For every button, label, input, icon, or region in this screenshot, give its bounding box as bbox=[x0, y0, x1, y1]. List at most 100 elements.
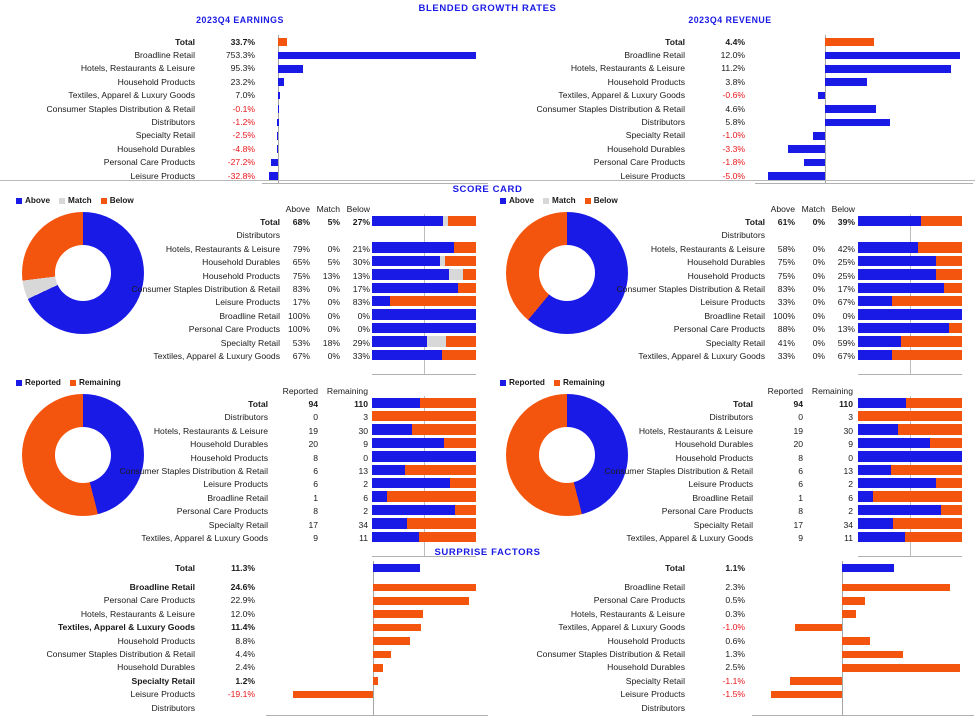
row-value: 0% bbox=[357, 310, 370, 321]
table-row: Consumer Staples Distribution & Retail 83… bbox=[118, 282, 370, 295]
row-label: Household Durables bbox=[607, 662, 685, 673]
row-label: Household Products bbox=[190, 452, 268, 463]
table-header-row: Above Match Below bbox=[118, 202, 370, 215]
stacked-segment bbox=[858, 322, 949, 334]
row-value: 0% bbox=[812, 310, 825, 321]
row-value: 110 bbox=[839, 399, 853, 410]
row-value: 5% bbox=[327, 217, 340, 228]
stacked-segment bbox=[858, 282, 945, 293]
table-row: Broadline Retail 12.0% bbox=[500, 48, 750, 61]
table-row: Broadline Retail 100% 0% 0% bbox=[600, 309, 855, 322]
row-value: 23.2% bbox=[230, 76, 255, 87]
table-row: Textiles, Apparel & Luxury Goods 33% 0% 67% bbox=[600, 349, 855, 362]
row-value: 100% bbox=[288, 324, 310, 335]
row-value: -4.8% bbox=[232, 143, 255, 154]
stacked-bar bbox=[372, 424, 476, 435]
row-label: Household Products bbox=[117, 635, 195, 646]
legend-scorecard-earnings: Above Match Below bbox=[16, 196, 134, 205]
row-label: Hotels, Restaurants & Leisure bbox=[153, 425, 268, 436]
stacked-bar bbox=[372, 451, 476, 462]
row-label: Specialty Retail bbox=[208, 519, 268, 530]
bar bbox=[277, 65, 303, 73]
stacked-bar bbox=[858, 322, 962, 334]
table-row: Specialty Retail 41% 0% 59% bbox=[600, 336, 855, 349]
legend-item: Remaining bbox=[69, 378, 121, 387]
stacked-bar bbox=[858, 397, 962, 408]
table-row: Hotels, Restaurants & Leisure 95.3% bbox=[10, 62, 260, 75]
row-value: 13 bbox=[358, 466, 368, 477]
row-label: Leisure Products bbox=[620, 689, 686, 700]
row-value: 33% bbox=[352, 350, 370, 361]
stacked-segment bbox=[858, 491, 873, 502]
row-label: Leisure Products bbox=[688, 479, 754, 490]
stacked-bar bbox=[858, 242, 962, 253]
table-row: Specialty Retail 53% 18% 29% bbox=[118, 336, 370, 349]
stacked-segment bbox=[372, 242, 455, 253]
stacked-segment bbox=[454, 242, 476, 253]
table-row: Hotels, Restaurants & Leisure 19 30 bbox=[118, 424, 370, 437]
stacked-bar bbox=[372, 478, 476, 489]
row-label: Personal Care Products bbox=[103, 595, 195, 606]
row-value: 0 bbox=[798, 412, 803, 423]
bar bbox=[372, 637, 410, 645]
table-row: Total 61% 0% 39% bbox=[600, 215, 855, 228]
row-label: Personal Care Products bbox=[103, 157, 195, 168]
row-value: 29% bbox=[352, 337, 370, 348]
table-row: Total 4.4% bbox=[500, 35, 750, 48]
stacked-bar bbox=[858, 437, 962, 449]
row-value: 0% bbox=[327, 284, 340, 295]
stacked-bar bbox=[372, 411, 476, 422]
row-label: Household Products bbox=[202, 270, 280, 281]
row-value: 0% bbox=[357, 324, 370, 335]
stacked-bar bbox=[858, 518, 962, 529]
bar bbox=[770, 690, 842, 699]
row-value: 0 bbox=[848, 452, 853, 463]
row-value: 24.6% bbox=[230, 582, 255, 593]
row-value: 0% bbox=[812, 350, 825, 361]
stacked-segment bbox=[372, 282, 459, 293]
row-label: Total bbox=[665, 562, 685, 573]
row-value: 27% bbox=[352, 217, 370, 228]
stacked-segment bbox=[858, 269, 936, 280]
row-label: Total bbox=[248, 399, 268, 410]
surprise-revenue-chart bbox=[752, 561, 974, 716]
stacked-segment bbox=[372, 424, 413, 435]
bar bbox=[787, 145, 825, 153]
stacked-segment bbox=[372, 531, 419, 542]
stacked-segment bbox=[445, 336, 476, 347]
row-label: Broadline Retail bbox=[624, 50, 685, 61]
row-value: 95.3% bbox=[230, 63, 255, 74]
panel-reported-revenue: Reported Remaining Reported Remaining Total… bbox=[490, 365, 975, 558]
stacked-segment bbox=[858, 437, 930, 449]
row-value: -1.5% bbox=[722, 689, 745, 700]
bar bbox=[841, 597, 866, 605]
row-label: Specialty Retail bbox=[625, 675, 685, 686]
panel-scorecard-earnings: Above Match Below Above Match Below Total 68% 5… bbox=[0, 180, 490, 376]
table-row: Household Products 3.8% bbox=[500, 75, 750, 88]
column-header: Below bbox=[346, 203, 370, 214]
table-row: Household Durables -3.3% bbox=[500, 142, 750, 155]
row-label: Household Products bbox=[117, 76, 195, 87]
row-label: Specialty Retail bbox=[220, 337, 280, 348]
stacked-segment bbox=[858, 255, 936, 267]
surprise-earnings-rows: Total 11.3% Broadline Retail 24.6% Personal … bbox=[10, 561, 260, 714]
table-row: Leisure Products 17% 0% 83% bbox=[118, 296, 371, 309]
row-value: 65% bbox=[292, 257, 310, 268]
row-value: 8 bbox=[313, 506, 318, 517]
row-label: Consumer Staples Distribution & Retail bbox=[536, 649, 685, 660]
row-value: 25% bbox=[837, 270, 855, 281]
row-label: Specialty Retail bbox=[625, 130, 685, 141]
scorecard-earnings-rows: Above Match Below Total 68% 5% 27% Distributors… bbox=[118, 202, 370, 363]
table-row: Consumer Staples Distribution & Retail 4.… bbox=[10, 647, 260, 660]
row-value: 8 bbox=[798, 452, 803, 463]
stacked-segment bbox=[858, 411, 962, 422]
earnings-growth-rows: Total 33.7% Broadline Retail 753.3% Hotels, … bbox=[10, 35, 260, 182]
row-label: Consumer Staples Distribution & Retail bbox=[131, 284, 280, 295]
stacked-bar bbox=[858, 531, 962, 542]
row-label: Distributors bbox=[224, 412, 268, 423]
stacked-segment bbox=[372, 397, 420, 408]
stacked-segment bbox=[858, 336, 901, 347]
row-value: 59% bbox=[837, 337, 855, 348]
legend-item: Remaining bbox=[553, 378, 605, 387]
stacked-bar bbox=[372, 255, 476, 267]
